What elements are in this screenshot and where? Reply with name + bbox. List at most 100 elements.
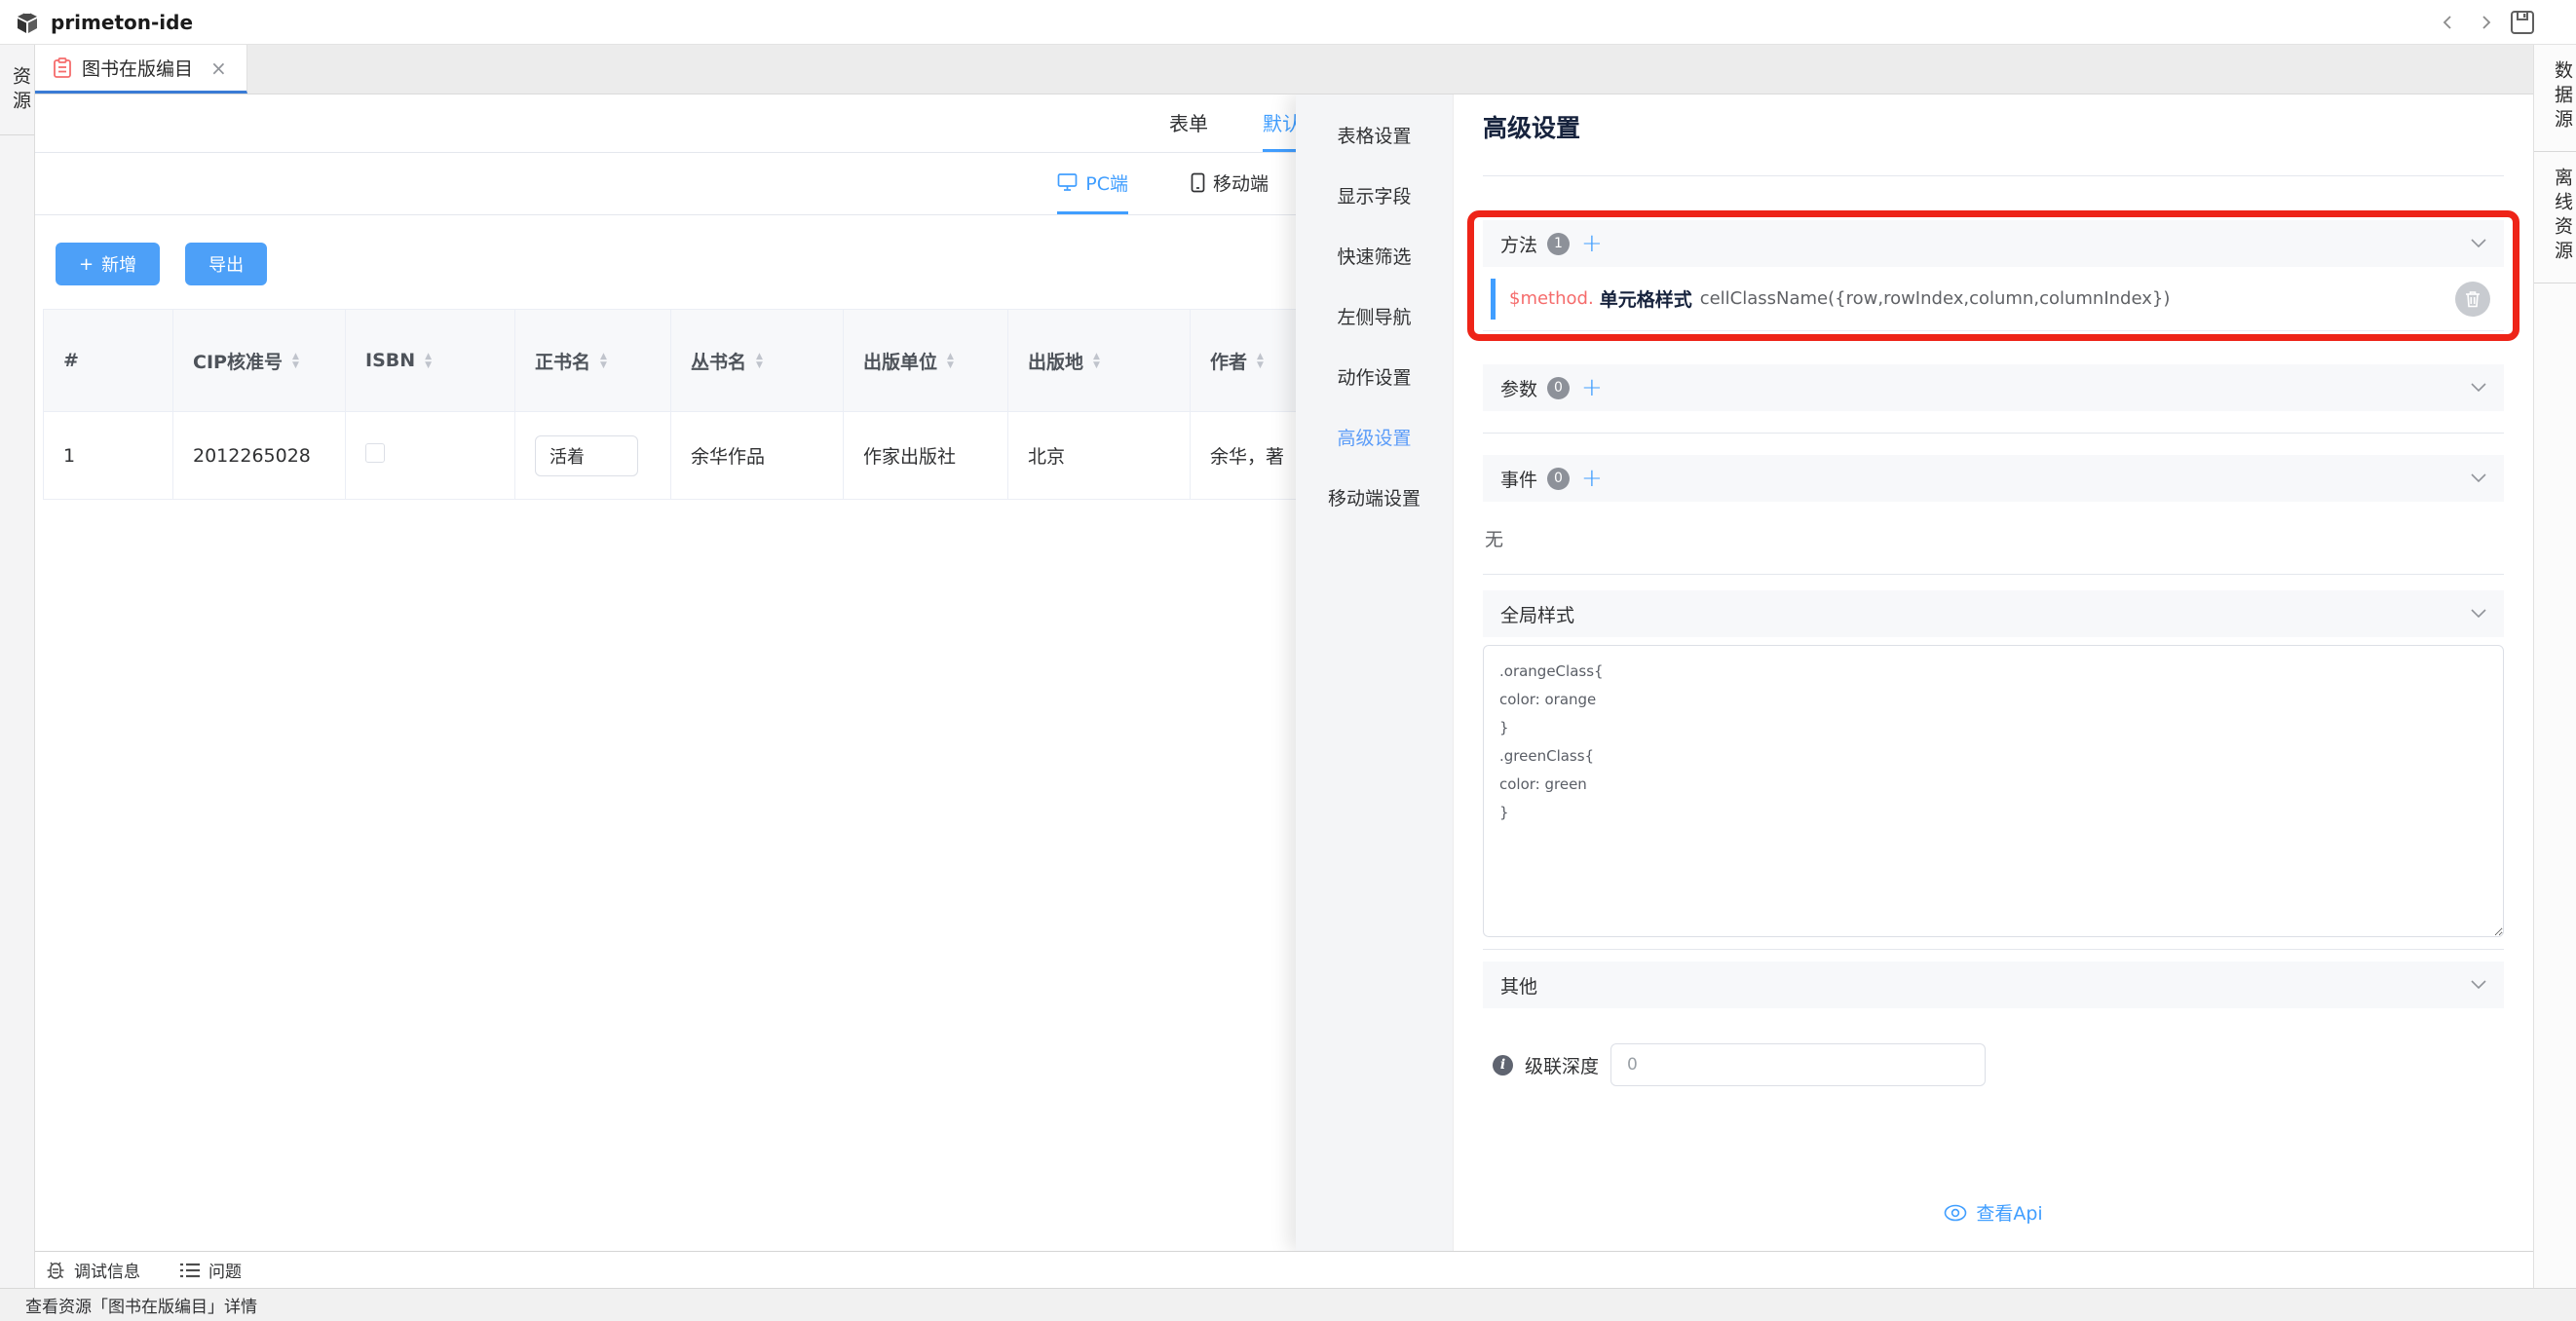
tab-pc-label: PC端 <box>1085 170 1128 196</box>
events-count-badge: 0 <box>1547 468 1570 490</box>
method-prefix: $method. <box>1509 288 1594 309</box>
export-button[interactable]: 导出 <box>185 243 267 285</box>
cell-input[interactable] <box>535 435 638 476</box>
right-rail: 数据源离线资源 <box>2533 45 2576 1288</box>
column-header[interactable]: 正书名 ▲▼ <box>515 310 671 412</box>
app-logo-icon <box>14 9 41 36</box>
column-header-label: ISBN <box>365 350 415 371</box>
methods-header: 方法 1 + <box>1483 220 2504 267</box>
tab-form[interactable]: 表单 <box>1169 94 1208 152</box>
chevron-down-icon[interactable] <box>2471 473 2486 483</box>
sort-icon[interactable]: ▲▼ <box>756 353 763 369</box>
global-style-header: 全局样式 <box>1483 590 2504 637</box>
column-header[interactable]: 丛书名 ▲▼ <box>671 310 844 412</box>
debug-bar: 调试信息 问题 <box>35 1251 2533 1288</box>
debug-info-button[interactable]: 调试信息 <box>45 1258 140 1282</box>
column-header-label: 丛书名 <box>691 348 746 374</box>
table-body: 12012265028余华作品作家出版社北京余华，著 <box>44 412 1434 500</box>
settings-menu-item[interactable]: 动作设置 <box>1296 346 1453 406</box>
document-icon <box>53 57 72 79</box>
tab-mobile[interactable]: 移动端 <box>1191 153 1269 214</box>
table-cell: 作家出版社 <box>844 412 1008 500</box>
close-tab-icon[interactable]: × <box>210 57 227 80</box>
events-empty-text: 无 <box>1485 525 2504 552</box>
status-text: 查看资源「图书在版编目」详情 <box>25 1293 257 1317</box>
add-param-button[interactable]: + <box>1581 375 1603 400</box>
view-api-link[interactable]: 查看Api <box>1944 1199 2042 1226</box>
method-row[interactable]: $method. 单元格样式 cellClassName({row,rowInd… <box>1483 267 2504 331</box>
title-bar: primeton-ide <box>0 0 2576 45</box>
column-header-label: CIP核准号 <box>193 348 283 374</box>
sort-icon[interactable]: ▲▼ <box>1093 353 1100 369</box>
bug-icon <box>45 1260 66 1281</box>
export-button-label: 导出 <box>208 251 244 277</box>
add-button-label: 新增 <box>101 251 136 277</box>
sort-icon[interactable]: ▲▼ <box>600 353 607 369</box>
global-style-textarea[interactable] <box>1483 645 2504 937</box>
save-icon[interactable] <box>2508 8 2537 37</box>
sort-icon[interactable]: ▲▼ <box>947 353 954 369</box>
cascade-depth-input[interactable] <box>1610 1043 1986 1086</box>
table-cell <box>346 412 515 500</box>
nav-back-icon[interactable] <box>2434 8 2463 37</box>
chevron-down-icon[interactable] <box>2471 980 2486 990</box>
settings-menu-item[interactable]: 移动端设置 <box>1296 467 1453 527</box>
params-label: 参数 <box>1500 375 1537 401</box>
other-label: 其他 <box>1500 972 1537 999</box>
add-method-button[interactable]: + <box>1581 231 1603 256</box>
left-rail: 资源 <box>0 45 35 1288</box>
issues-label: 问题 <box>208 1258 242 1282</box>
divider <box>1483 433 2504 434</box>
settings-menu-item[interactable]: 显示字段 <box>1296 165 1453 225</box>
column-header-label: 出版地 <box>1028 348 1083 374</box>
delete-method-button[interactable] <box>2455 282 2490 317</box>
events-label: 事件 <box>1500 466 1537 492</box>
sort-icon[interactable]: ▲▼ <box>1257 353 1264 369</box>
table-cell: 1 <box>44 412 173 500</box>
rail-tab[interactable]: 数据源 <box>2534 45 2576 152</box>
table-cell: 余华作品 <box>671 412 844 500</box>
method-name: 单元格样式 <box>1600 285 1692 312</box>
issues-button[interactable]: 问题 <box>179 1258 242 1282</box>
column-header[interactable]: 出版地 ▲▼ <box>1008 310 1191 412</box>
debug-info-label: 调试信息 <box>74 1258 140 1282</box>
cascade-depth-row: i 级联深度 <box>1493 1043 2504 1086</box>
settings-content: 高级设置 方法 1 + <box>1454 94 2533 1251</box>
nav-forward-icon[interactable] <box>2471 8 2500 37</box>
events-header: 事件 0 + <box>1483 455 2504 502</box>
column-header[interactable]: 出版单位▲▼ <box>844 310 1008 412</box>
rail-tab[interactable]: 离线资源 <box>2534 152 2576 283</box>
view-api-label: 查看Api <box>1976 1199 2042 1226</box>
add-event-button[interactable]: + <box>1581 466 1603 491</box>
column-header[interactable]: ISBN ▲▼ <box>346 310 515 412</box>
tab-mobile-label: 移动端 <box>1213 170 1269 196</box>
chevron-down-icon[interactable] <box>2471 383 2486 393</box>
add-button[interactable]: + 新增 <box>56 243 160 285</box>
chevron-down-icon[interactable] <box>2471 239 2486 248</box>
sort-icon[interactable]: ▲▼ <box>292 353 299 369</box>
table-cell: 2012265028 <box>173 412 346 500</box>
rail-tab-resources[interactable]: 资源 <box>0 45 34 135</box>
table-cell: 北京 <box>1008 412 1191 500</box>
main-area: 资源 图书在版编目 × <box>0 45 2576 1288</box>
row-checkbox[interactable] <box>365 443 385 463</box>
document-tab[interactable]: 图书在版编目 × <box>35 45 247 94</box>
tab-pc[interactable]: PC端 <box>1057 153 1128 214</box>
methods-section: 方法 1 + $method. 单元格 <box>1483 220 2504 331</box>
trash-icon <box>2465 290 2481 308</box>
settings-menu: 表格设置显示字段快速筛选左侧导航动作设置高级设置移动端设置 <box>1296 94 1454 1251</box>
divider <box>1483 949 2504 950</box>
divider <box>1483 175 2504 176</box>
settings-menu-item[interactable]: 快速筛选 <box>1296 225 1453 285</box>
column-header[interactable]: CIP核准号 ▲▼ <box>173 310 346 412</box>
chevron-down-icon[interactable] <box>2471 609 2486 619</box>
params-header: 参数 0 + <box>1483 364 2504 411</box>
eye-icon <box>1944 1204 1967 1222</box>
settings-menu-item[interactable]: 表格设置 <box>1296 104 1453 165</box>
settings-menu-item[interactable]: 高级设置 <box>1296 406 1453 467</box>
settings-menu-item[interactable]: 左侧导航 <box>1296 285 1453 346</box>
table-cell <box>515 412 671 500</box>
column-header-label: 正书名 <box>535 348 590 374</box>
list-icon <box>179 1262 201 1279</box>
sort-icon[interactable]: ▲▼ <box>425 353 432 369</box>
